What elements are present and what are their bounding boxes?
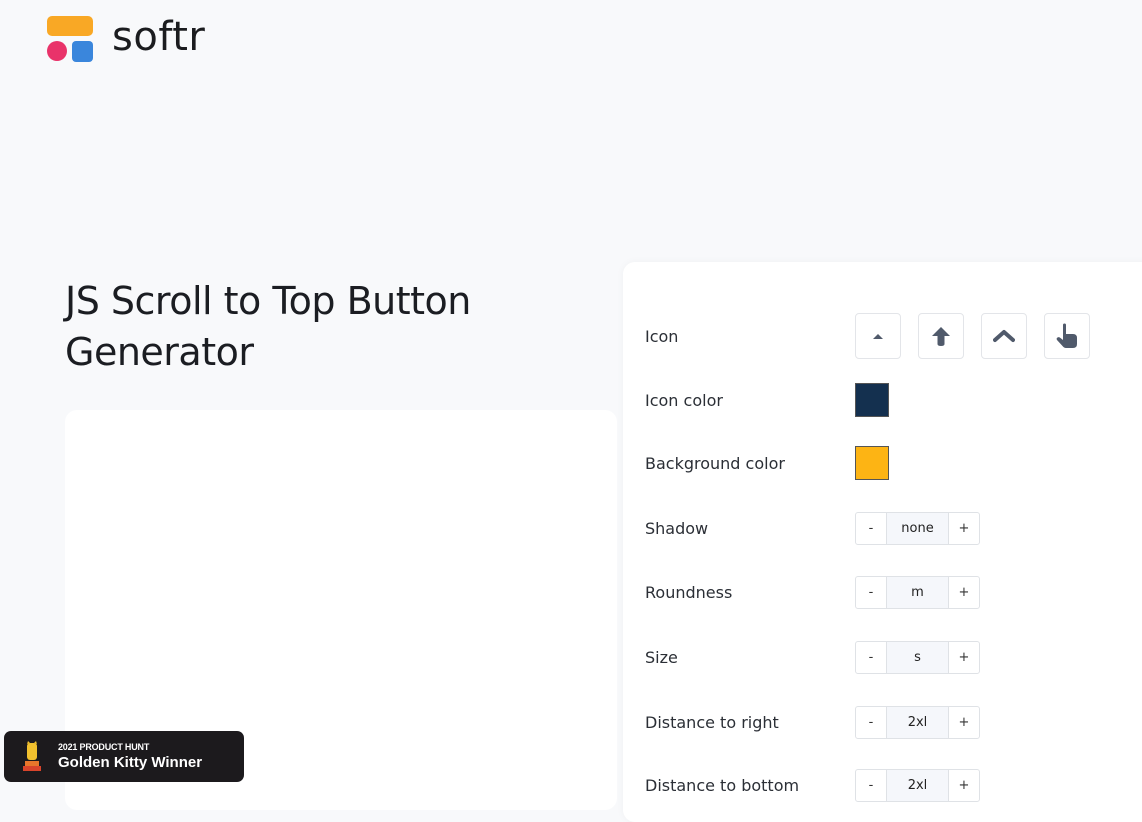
distance-right-stepper: - 2xl + <box>855 705 980 739</box>
golden-kitty-trophy-icon <box>20 740 44 774</box>
shadow-value: none <box>887 511 948 545</box>
distance-bottom-stepper: - 2xl + <box>855 768 980 802</box>
pointing-hand-icon <box>1056 323 1077 348</box>
roundness-stepper: - m + <box>855 575 980 609</box>
icon-color-label: Icon color <box>645 390 723 410</box>
roundness-label: Roundness <box>645 582 733 602</box>
settings-panel: Icon Icon color Background color Shadow … <box>623 262 1142 822</box>
badge-subtitle: 2021 PRODUCT HUNT <box>58 742 150 752</box>
page-title: JS Scroll to Top Button Generator <box>65 279 471 374</box>
roundness-value: m <box>887 575 948 609</box>
distance-bottom-value: 2xl <box>887 768 948 802</box>
distance-right-label: Distance to right <box>645 712 779 732</box>
background-color-label: Background color <box>645 453 785 473</box>
icon-color-row: Icon color <box>645 380 889 420</box>
size-value: s <box>887 640 948 674</box>
icon-color-swatch[interactable] <box>855 383 889 417</box>
size-label: Size <box>645 647 678 667</box>
background-color-swatch[interactable] <box>855 446 889 480</box>
distance-bottom-increase-button[interactable]: + <box>948 768 980 802</box>
softr-logo-mark-icon <box>46 16 94 64</box>
shadow-increase-button[interactable]: + <box>948 511 980 545</box>
shadow-row: Shadow - none + <box>645 508 980 548</box>
badge-title: Golden Kitty Winner <box>58 754 203 771</box>
shadow-decrease-button[interactable]: - <box>855 511 887 545</box>
softr-logo[interactable]: softr <box>46 16 205 64</box>
distance-right-value: 2xl <box>887 705 948 739</box>
roundness-decrease-button[interactable]: - <box>855 575 887 609</box>
distance-right-decrease-button[interactable]: - <box>855 705 887 739</box>
icon-option-caret-up[interactable] <box>855 313 901 359</box>
shadow-stepper: - none + <box>855 511 980 545</box>
icon-option-chevron-up[interactable] <box>981 313 1027 359</box>
distance-right-increase-button[interactable]: + <box>948 705 980 739</box>
caret-up-icon <box>873 334 883 339</box>
distance-bottom-decrease-button[interactable]: - <box>855 768 887 802</box>
background-color-row: Background color <box>645 443 889 483</box>
distance-right-row: Distance to right - 2xl + <box>645 702 980 742</box>
icon-label: Icon <box>645 326 679 346</box>
distance-bottom-label: Distance to bottom <box>645 775 800 795</box>
size-increase-button[interactable]: + <box>948 640 980 674</box>
size-stepper: - s + <box>855 640 980 674</box>
distance-bottom-row: Distance to bottom - 2xl + <box>645 765 980 805</box>
roundness-row: Roundness - m + <box>645 572 980 612</box>
icon-option-pointing-hand[interactable] <box>1044 313 1090 359</box>
roundness-increase-button[interactable]: + <box>948 575 980 609</box>
brand-name: softr <box>112 14 206 60</box>
chevron-up-icon <box>993 330 1015 342</box>
icon-option-arrow-up[interactable] <box>918 313 964 359</box>
icon-row: Icon <box>645 313 1107 359</box>
size-decrease-button[interactable]: - <box>855 640 887 674</box>
product-hunt-badge[interactable]: 2021 PRODUCT HUNT Golden Kitty Winner <box>4 731 244 782</box>
size-row: Size - s + <box>645 637 980 677</box>
shadow-label: Shadow <box>645 518 709 538</box>
arrow-up-icon <box>932 327 950 346</box>
